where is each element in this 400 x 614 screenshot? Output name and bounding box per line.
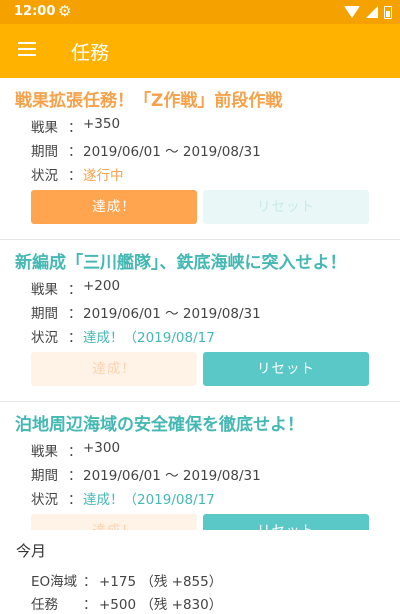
colon: ：: [68, 282, 82, 298]
battery-icon: [384, 5, 392, 19]
reset-button[interactable]: リセット: [203, 514, 369, 530]
result-row: 戦果 ： +200: [31, 278, 120, 298]
status-label: 状況: [31, 330, 58, 346]
summary-row-mission: 任務 ： +500 （残 +830）: [31, 593, 222, 613]
app-bar: 任務: [0, 24, 400, 78]
period-value: 2019/06/01 〜 2019/08/31: [83, 306, 261, 322]
complete-button[interactable]: 達成！: [31, 190, 197, 224]
result-label: 戦果: [31, 444, 58, 460]
result-value: +200: [83, 278, 121, 294]
summary-title: 今月: [16, 542, 47, 560]
status-value: 達成！（2019/08/17: [83, 330, 215, 346]
mission-title: 戦果拡張任務！「Z作戦」前段作戦: [15, 91, 283, 111]
monthly-summary: 今月 EO海域 ： +175 （残 +855） 任務 ： +500 （残 +83…: [0, 530, 400, 614]
summary-value: +175 （残 +855）: [99, 574, 223, 590]
result-label: 戦果: [31, 282, 58, 298]
summary-row-eo: EO海域 ： +175 （残 +855）: [31, 570, 222, 590]
reset-button: リセット: [203, 190, 369, 224]
colon: ：: [68, 492, 82, 508]
period-row: 期間 ： 2019/06/01 〜 2019/08/31: [31, 302, 261, 322]
hamburger-menu-icon[interactable]: [18, 42, 36, 56]
complete-button: 達成！: [31, 514, 197, 530]
period-row: 期間 ： 2019/06/01 〜 2019/08/31: [31, 464, 261, 484]
colon: ：: [83, 597, 97, 613]
summary-value: +500 （残 +830）: [99, 597, 223, 613]
status-row: 状況 ： 遂行中: [31, 164, 124, 184]
result-value: +350: [83, 116, 121, 132]
status-bar: 12:00 ⚙: [0, 0, 400, 24]
status-label: 状況: [31, 168, 58, 184]
status-row: 状況 ： 達成！（2019/08/17: [31, 488, 215, 508]
wifi-icon: [344, 6, 360, 18]
result-row: 戦果 ： +350: [31, 116, 120, 136]
status-value: 達成！（2019/08/17: [83, 492, 215, 508]
status-time: 12:00: [14, 4, 56, 19]
period-value: 2019/06/01 〜 2019/08/31: [83, 144, 261, 160]
result-row: 戦果 ： +300: [31, 440, 120, 460]
status-label: 状況: [31, 492, 58, 508]
colon: ：: [68, 120, 82, 136]
mission-card: 戦果拡張任務！「Z作戦」前段作戦 戦果 ： +350 期間 ： 2019/06/…: [0, 78, 400, 240]
period-label: 期間: [31, 306, 58, 322]
colon: ：: [68, 168, 82, 184]
status-icons: [344, 5, 392, 19]
status-row: 状況 ： 達成！（2019/08/17: [31, 326, 215, 346]
period-row: 期間 ： 2019/06/01 〜 2019/08/31: [31, 140, 261, 160]
mission-title: 泊地周辺海域の安全確保を徹底せよ！: [15, 415, 304, 435]
colon: ：: [68, 306, 82, 322]
mission-card: 泊地周辺海域の安全確保を徹底せよ！ 戦果 ： +300 期間 ： 2019/06…: [0, 402, 400, 530]
colon: ：: [83, 574, 97, 590]
colon: ：: [68, 468, 82, 484]
colon: ：: [68, 330, 82, 346]
mission-list[interactable]: 戦果拡張任務！「Z作戦」前段作戦 戦果 ： +350 期間 ： 2019/06/…: [0, 78, 400, 530]
mission-title: 新編成「三川艦隊」、鉄底海峡に突入せよ！: [15, 253, 347, 273]
period-label: 期間: [31, 468, 58, 484]
result-value: +300: [83, 440, 121, 456]
colon: ：: [68, 444, 82, 460]
colon: ：: [68, 144, 82, 160]
signal-icon: [366, 6, 378, 18]
gear-icon: ⚙: [58, 2, 72, 20]
period-label: 期間: [31, 144, 58, 160]
status-value: 遂行中: [83, 168, 124, 184]
mission-card: 新編成「三川艦隊」、鉄底海峡に突入せよ！ 戦果 ： +200 期間 ： 2019…: [0, 240, 400, 402]
page-title: 任務: [71, 42, 110, 64]
summary-label: EO海域: [31, 574, 78, 590]
complete-button: 達成！: [31, 352, 197, 386]
period-value: 2019/06/01 〜 2019/08/31: [83, 468, 261, 484]
summary-label: 任務: [31, 597, 58, 613]
result-label: 戦果: [31, 120, 58, 136]
reset-button[interactable]: リセット: [203, 352, 369, 386]
